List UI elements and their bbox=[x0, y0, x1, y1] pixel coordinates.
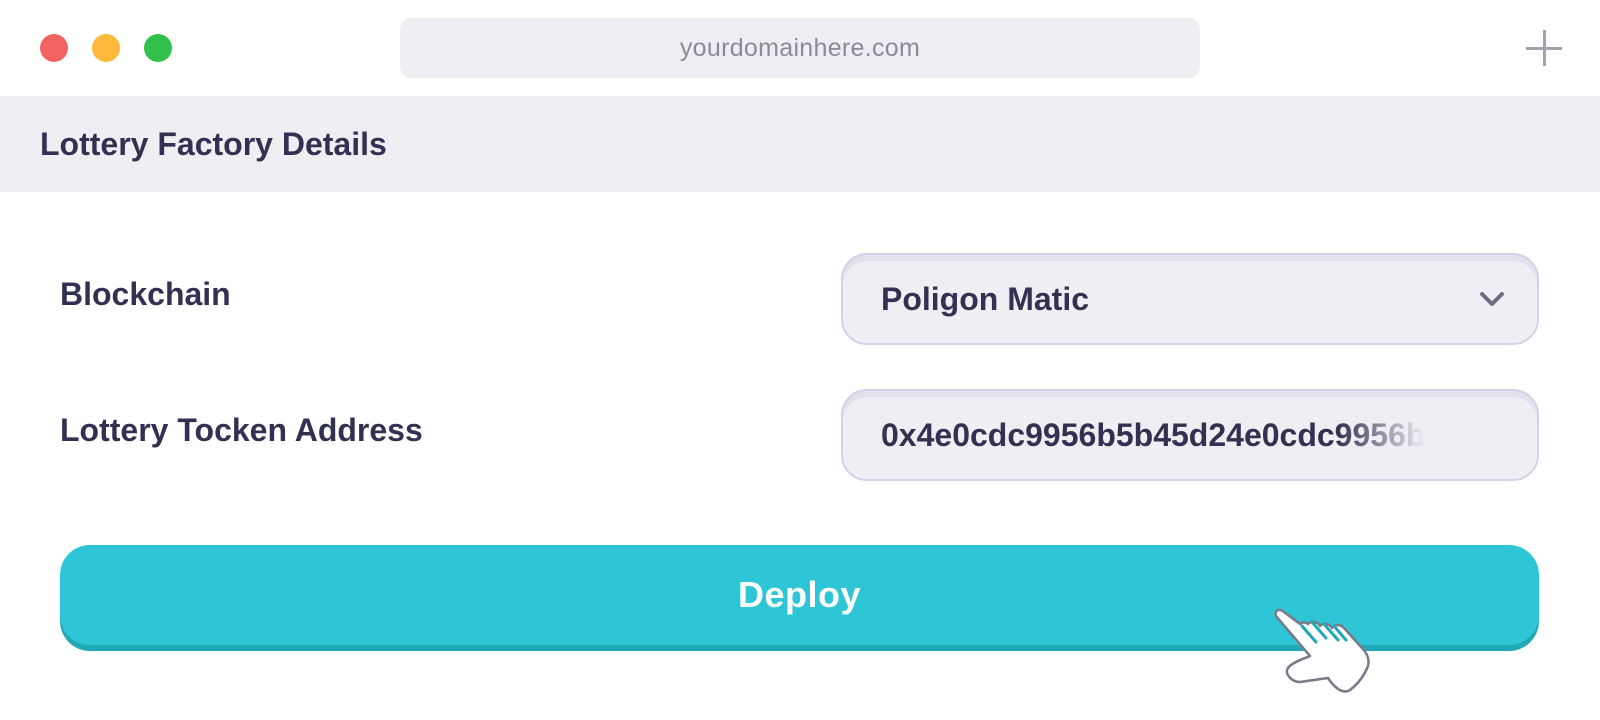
chevron-down-icon bbox=[1480, 292, 1504, 306]
token-address-label: Lottery Tocken Address bbox=[60, 412, 423, 448]
browser-window: yourdomainhere.com Lottery Factory Detai… bbox=[0, 0, 1600, 720]
page-title: Lottery Factory Details bbox=[40, 125, 387, 162]
blockchain-select-value: Poligon Matic bbox=[881, 280, 1089, 317]
deploy-button-label: Deploy bbox=[737, 574, 862, 615]
address-bar[interactable]: yourdomainhere.com bbox=[400, 18, 1200, 78]
close-dot-icon[interactable] bbox=[40, 34, 68, 62]
token-address-value: 0x4e0cdc9956b5b45d24e0cdc9956b bbox=[881, 416, 1426, 453]
title-bar: yourdomainhere.com bbox=[0, 0, 1600, 96]
plus-icon[interactable] bbox=[1526, 30, 1562, 66]
token-address-input[interactable]: 0x4e0cdc9956b5b45d24e0cdc9956b bbox=[841, 389, 1539, 481]
blockchain-select[interactable]: Poligon Matic bbox=[841, 253, 1539, 345]
hand-cursor-icon bbox=[1274, 608, 1370, 693]
address-bar-url: yourdomainhere.com bbox=[679, 33, 921, 62]
minimize-dot-icon[interactable] bbox=[92, 34, 120, 62]
maximize-dot-icon[interactable] bbox=[144, 34, 172, 62]
page-header: Lottery Factory Details bbox=[0, 96, 1600, 192]
blockchain-label: Blockchain bbox=[60, 276, 231, 312]
